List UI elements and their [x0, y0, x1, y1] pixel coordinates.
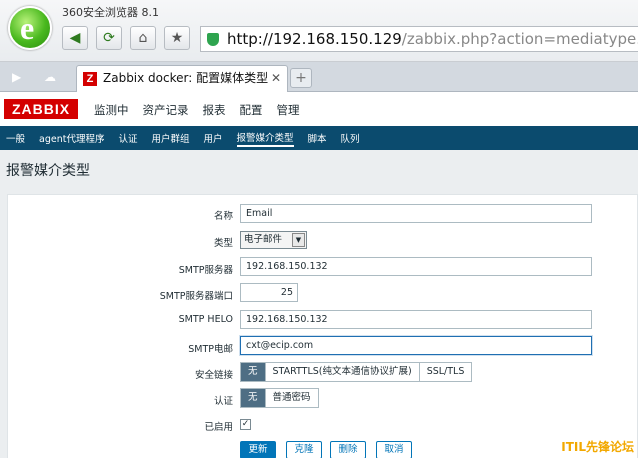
- security-option-none[interactable]: 无: [241, 363, 265, 381]
- tab-zabbix[interactable]: Z Zabbix docker: 配置媒体类型 ✕: [76, 65, 288, 92]
- menu-monitoring[interactable]: 监测中: [94, 102, 129, 118]
- name-input[interactable]: Email: [240, 204, 592, 223]
- auth-label: 认证: [213, 396, 233, 407]
- app-title: 360安全浏览器 8.1: [62, 6, 159, 19]
- smtp-email-label: SMTP电邮: [188, 344, 233, 355]
- sidebar-toggle-icon[interactable]: ▶: [12, 70, 21, 84]
- smtp-server-input[interactable]: 192.168.150.132: [240, 257, 592, 276]
- security-option-ssltls[interactable]: SSL/TLS: [418, 363, 472, 381]
- submenu-proxies[interactable]: agent代理程序: [39, 131, 104, 145]
- browser-titlebar: e 360安全浏览器 8.1 ◀ ⟳ ⌂ ★ http://192.168.15…: [0, 0, 638, 62]
- delete-button[interactable]: 删除: [330, 441, 366, 458]
- home-icon[interactable]: ⌂: [130, 26, 156, 50]
- submenu-general[interactable]: 一般: [6, 131, 25, 145]
- security-label: 安全链接: [194, 370, 233, 381]
- submenu-media-types[interactable]: 报警媒介类型: [236, 130, 294, 147]
- smtp-port-label: SMTP服务器端口: [159, 291, 233, 302]
- security-segmented: 无 STARTTLS(纯文本通信协议扩展) SSL/TLS: [240, 362, 473, 382]
- enabled-checkbox[interactable]: ✓: [240, 419, 251, 430]
- zabbix-header: ZABBIX 监测中 资产记录 报表 配置 管理: [0, 93, 638, 126]
- smtp-helo-input[interactable]: 192.168.150.132: [240, 310, 592, 329]
- page-header: 报警媒介类型: [0, 150, 638, 188]
- star-icon[interactable]: ★: [164, 26, 190, 50]
- submenu-scripts[interactable]: 脚本: [308, 131, 327, 145]
- sub-menu: 一般 agent代理程序 认证 用户群组 用户 报警媒介类型 脚本 队列: [0, 126, 638, 150]
- auth-option-password[interactable]: 普通密码: [264, 389, 318, 407]
- cloud-icon[interactable]: ☁: [44, 70, 56, 84]
- submenu-authentication[interactable]: 认证: [118, 131, 137, 145]
- name-label: 名称: [213, 211, 233, 222]
- cancel-button[interactable]: 取消: [376, 441, 412, 458]
- zabbix-favicon-icon: Z: [83, 72, 97, 86]
- smtp-server-label: SMTP服务器: [178, 265, 233, 276]
- submenu-users[interactable]: 用户: [204, 131, 223, 145]
- page-title: 报警媒介类型: [6, 163, 90, 179]
- main-menu: 监测中 资产记录 报表 配置 管理: [94, 102, 300, 118]
- chevron-down-icon: ▼: [292, 233, 305, 247]
- menu-configuration[interactable]: 配置: [240, 102, 263, 118]
- watermark: ITIL先锋论坛: [561, 440, 634, 454]
- back-icon[interactable]: ◀: [62, 26, 88, 50]
- smtp-helo-label: SMTP HELO: [178, 314, 233, 325]
- address-bar[interactable]: http://192.168.150.129/zabbix.php?action…: [200, 26, 638, 52]
- security-option-starttls[interactable]: STARTTLS(纯文本通信协议扩展): [264, 363, 419, 381]
- browser-logo: e: [8, 6, 52, 50]
- smtp-port-input[interactable]: 25: [240, 283, 298, 302]
- close-icon[interactable]: ✕: [271, 66, 281, 91]
- enabled-label: 已启用: [204, 422, 233, 433]
- smtp-email-input[interactable]: cxt@ecip.com: [240, 336, 592, 355]
- type-label: 类型: [213, 238, 233, 249]
- submenu-queue[interactable]: 队列: [341, 131, 360, 145]
- auth-option-none[interactable]: 无: [241, 389, 265, 407]
- menu-inventory[interactable]: 资产记录: [143, 102, 189, 118]
- clone-button[interactable]: 克隆: [286, 441, 322, 458]
- tab-title: Zabbix docker: 配置媒体类型: [103, 71, 269, 85]
- menu-administration[interactable]: 管理: [277, 102, 300, 118]
- shield-icon: [207, 33, 219, 46]
- update-button[interactable]: 更新: [240, 441, 276, 458]
- zabbix-logo[interactable]: ZABBIX: [4, 99, 78, 119]
- new-tab-button[interactable]: +: [290, 68, 312, 88]
- submenu-user-groups[interactable]: 用户群组: [151, 131, 189, 145]
- type-select[interactable]: 电子邮件 ▼: [240, 231, 307, 249]
- auth-segmented: 无 普通密码: [240, 388, 319, 408]
- menu-reports[interactable]: 报表: [203, 102, 226, 118]
- refresh-icon[interactable]: ⟳: [96, 26, 122, 50]
- tab-strip: ▶ ☁ Z Zabbix docker: 配置媒体类型 ✕ +: [0, 62, 638, 92]
